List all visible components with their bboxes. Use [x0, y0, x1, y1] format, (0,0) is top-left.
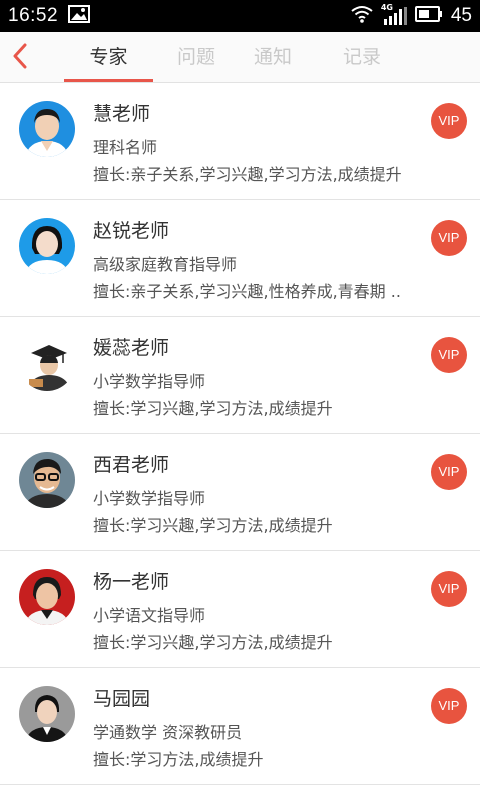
expert-skills: 擅长:亲子关系,学习兴趣,学习方法,成绩提升: [93, 165, 402, 184]
avatar: [19, 218, 75, 274]
expert-name: 赵锐老师: [93, 220, 170, 242]
tab-experts[interactable]: 专家: [64, 32, 153, 82]
expert-skills: 擅长:学习方法,成绩提升: [93, 750, 264, 769]
list-item[interactable]: 杨一老师 小学语文指导师 擅长:学习兴趣,学习方法,成绩提升 VIP: [0, 551, 480, 668]
chevron-left-icon: [13, 43, 27, 69]
tab-questions[interactable]: 问题: [160, 32, 232, 82]
expert-name: 杨一老师: [93, 571, 170, 593]
expert-title: 理科名师: [93, 138, 158, 157]
wifi-icon: [351, 5, 373, 27]
avatar: [19, 335, 75, 391]
vip-badge: VIP: [431, 220, 467, 256]
list-item[interactable]: 赵锐老师 高级家庭教育指导师 擅长:亲子关系,学习兴趣,性格养成,青春期 .. …: [0, 200, 480, 317]
active-tab-indicator: [64, 79, 153, 82]
vip-badge: VIP: [431, 337, 467, 373]
top-nav: 专家 问题 通知 记录: [0, 32, 480, 83]
image-notification-icon: [68, 5, 91, 27]
expert-title: 高级家庭教育指导师: [93, 255, 238, 274]
status-bar: 16:52 4G 45: [0, 0, 480, 32]
tab-records[interactable]: 记录: [326, 32, 398, 82]
vip-badge: VIP: [431, 571, 467, 607]
tab-notifications[interactable]: 通知: [237, 32, 309, 82]
battery-icon: [414, 6, 443, 26]
expert-skills: 擅长:学习兴趣,学习方法,成绩提升: [93, 633, 333, 652]
avatar: [19, 686, 75, 742]
list-item[interactable]: 媛蕊老师 小学数学指导师 擅长:学习兴趣,学习方法,成绩提升 VIP: [0, 317, 480, 434]
vip-badge: VIP: [431, 103, 467, 139]
expert-skills: 擅长:学习兴趣,学习方法,成绩提升: [93, 399, 333, 418]
expert-name: 马园园: [93, 688, 151, 710]
battery-level: 45: [450, 5, 472, 26]
list-item[interactable]: 慧老师 理科名师 擅长:亲子关系,学习兴趣,学习方法,成绩提升 VIP: [0, 83, 480, 200]
list-item[interactable]: 马园园 学通数学 资深教研员 擅长:学习方法,成绩提升 VIP: [0, 668, 480, 785]
avatar: [19, 569, 75, 625]
vip-badge: VIP: [431, 688, 467, 724]
back-button[interactable]: [6, 41, 34, 71]
avatar: [19, 452, 75, 508]
expert-title: 小学数学指导师: [93, 372, 206, 391]
signal-icon: 4G: [381, 3, 407, 26]
list-item[interactable]: 西君老师 小学数学指导师 擅长:学习兴趣,学习方法,成绩提升 VIP: [0, 434, 480, 551]
expert-title: 小学数学指导师: [93, 489, 206, 508]
status-time: 16:52: [8, 5, 59, 26]
expert-title: 学通数学 资深教研员: [93, 723, 243, 742]
vip-badge: VIP: [431, 454, 467, 490]
expert-title: 小学语文指导师: [93, 606, 206, 625]
avatar: [19, 101, 75, 157]
expert-skills: 擅长:亲子关系,学习兴趣,性格养成,青春期 ..: [93, 282, 401, 301]
expert-skills: 擅长:学习兴趣,学习方法,成绩提升: [93, 516, 333, 535]
expert-name: 西君老师: [93, 454, 170, 476]
expert-list: 慧老师 理科名师 擅长:亲子关系,学习兴趣,学习方法,成绩提升 VIP 赵锐老师…: [0, 83, 480, 785]
expert-name: 媛蕊老师: [93, 337, 170, 359]
expert-name: 慧老师: [93, 103, 151, 125]
